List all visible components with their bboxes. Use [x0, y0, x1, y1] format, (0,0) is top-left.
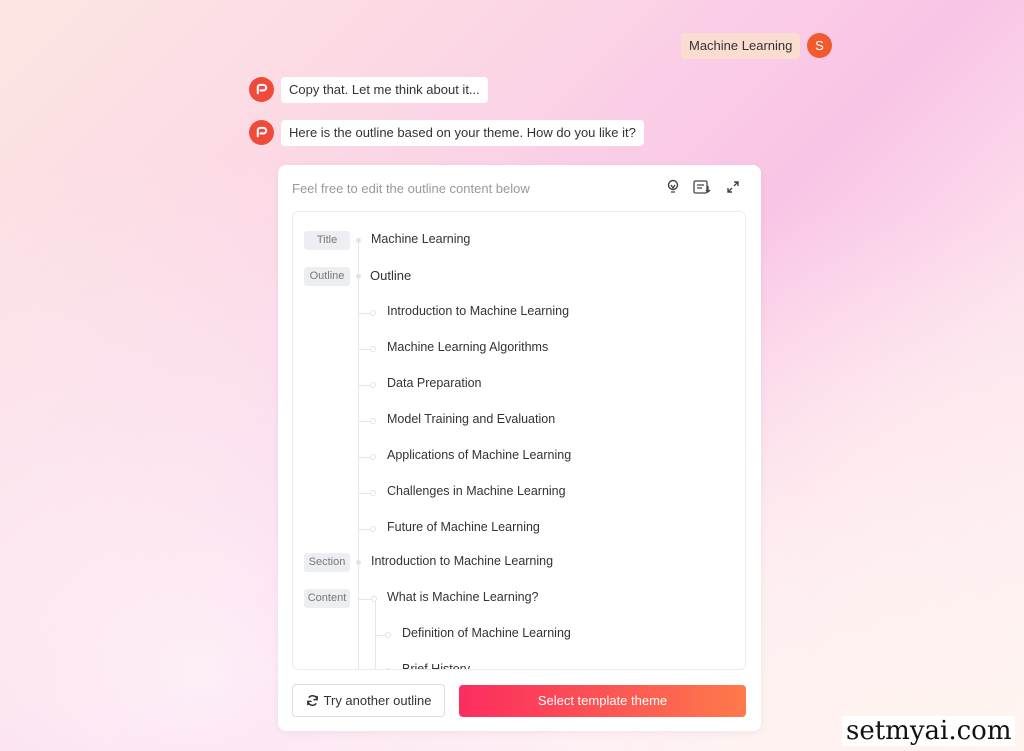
outline-item[interactable]: Introduction to Machine Learning: [293, 303, 745, 323]
title-row[interactable]: Title Machine Learning: [293, 231, 745, 251]
content-heading[interactable]: What is Machine Learning?: [387, 590, 538, 604]
outline-item[interactable]: Data Preparation: [293, 375, 745, 395]
outline-item[interactable]: Model Training and Evaluation: [293, 411, 745, 431]
section-row[interactable]: Section Introduction to Machine Learning: [293, 553, 745, 573]
user-message: Machine Learning: [681, 33, 801, 59]
outline-item-text[interactable]: Data Preparation: [387, 376, 482, 390]
outline-item[interactable]: Challenges in Machine Learning: [293, 483, 745, 503]
expand-icon[interactable]: [724, 178, 742, 196]
lightbulb-icon[interactable]: [664, 178, 682, 196]
outline-item[interactable]: Machine Learning Algorithms: [293, 339, 745, 359]
user-avatar[interactable]: S: [807, 33, 832, 58]
content-item-text[interactable]: Definition of Machine Learning: [402, 626, 571, 640]
bot-avatar-icon: [249, 77, 274, 102]
outline-row[interactable]: Outline Outline: [293, 267, 745, 287]
bot-avatar-icon: [249, 120, 274, 145]
bot-message: Copy that. Let me think about it...: [281, 77, 488, 103]
section-tag: Section: [304, 553, 350, 572]
outline-editor[interactable]: Title Machine Learning Outline Outline I…: [292, 211, 746, 670]
title-tag: Title: [304, 231, 350, 250]
outline-card: Feel free to edit the outline content be…: [278, 165, 761, 731]
bot-message: Here is the outline based on your theme.…: [281, 120, 644, 146]
outline-heading[interactable]: Outline: [370, 268, 411, 283]
outline-item-text[interactable]: Model Training and Evaluation: [387, 412, 555, 426]
edit-hint: Feel free to edit the outline content be…: [292, 181, 530, 196]
outline-item[interactable]: Applications of Machine Learning: [293, 447, 745, 467]
outline-item-text[interactable]: Applications of Machine Learning: [387, 448, 571, 462]
content-item-text[interactable]: Brief History: [402, 662, 470, 669]
refresh-icon: [306, 695, 318, 706]
select-template-theme-button[interactable]: Select template theme: [459, 685, 746, 717]
outline-item-text[interactable]: Challenges in Machine Learning: [387, 484, 566, 498]
section-text[interactable]: Introduction to Machine Learning: [371, 554, 553, 568]
content-item[interactable]: Definition of Machine Learning: [293, 625, 745, 645]
content-tag: Content: [304, 589, 350, 608]
watermark: setmyai.com: [842, 716, 1016, 746]
try-label: Try another outline: [323, 693, 432, 708]
outline-item-text[interactable]: Machine Learning Algorithms: [387, 340, 548, 354]
content-row[interactable]: Content What is Machine Learning?: [293, 589, 745, 609]
outline-item-text[interactable]: Future of Machine Learning: [387, 520, 540, 534]
outline-item[interactable]: Future of Machine Learning: [293, 519, 745, 539]
title-text[interactable]: Machine Learning: [371, 232, 470, 246]
try-another-outline-button[interactable]: Try another outline: [292, 684, 445, 717]
outline-item-text[interactable]: Introduction to Machine Learning: [387, 304, 569, 318]
content-item[interactable]: Brief History: [293, 661, 745, 669]
insert-list-icon[interactable]: [693, 178, 711, 196]
outline-tag: Outline: [304, 267, 350, 286]
